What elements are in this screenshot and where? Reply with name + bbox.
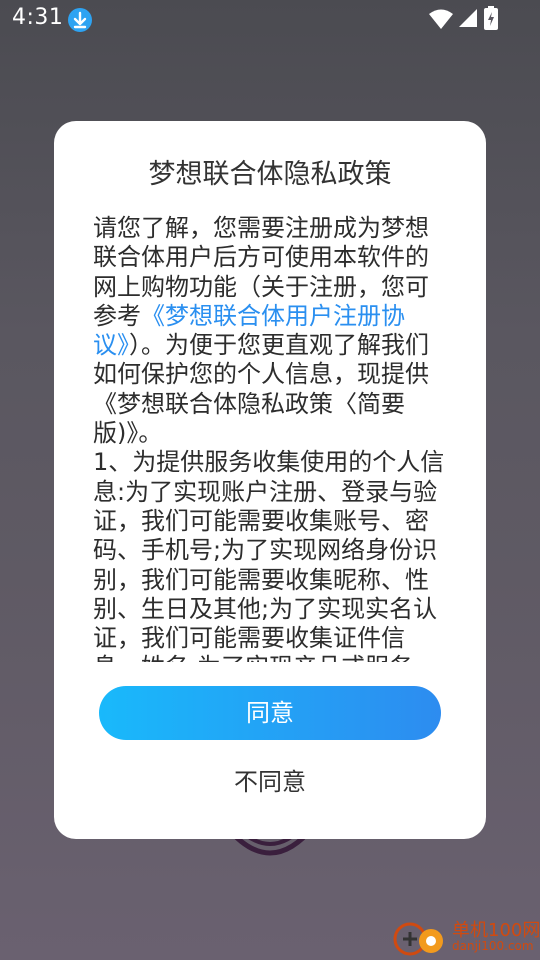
cellular-signal-icon [459,9,477,27]
watermark-url: danji100.com [452,939,534,953]
watermark: 单机100网 danji100.com [390,914,540,960]
disagree-button[interactable]: 不同意 [170,762,370,802]
watermark-logo-icon [393,922,443,956]
dialog-title: 梦想联合体隐私政策 [148,159,392,190]
policy-section-text: 1、为提供服务收集使用的个人信息:为了实现账户注册、登录与验证，我们可能需要收集… [93,448,445,662]
status-bar: 4:31 [0,0,540,38]
agree-button[interactable]: 同意 [99,686,441,740]
app-screen: 4:31 梦想联合体隐私政策 请您了解，您需要注册成为梦想联合体用户后方可使用本… [0,0,540,960]
status-time: 4:31 [12,5,64,30]
policy-intro-suffix: ）。为便于您更直观了解我们如何保护您的个人信息，现提供《梦想联合体隐私政策〈简要… [93,331,429,448]
battery-charging-icon [484,6,498,30]
wifi-icon [429,9,453,29]
privacy-policy-text[interactable]: 请您了解，您需要注册成为梦想联合体用户后方可使用本软件的网上购物功能（关于注册，… [93,214,449,662]
download-arrow-icon [68,8,92,32]
